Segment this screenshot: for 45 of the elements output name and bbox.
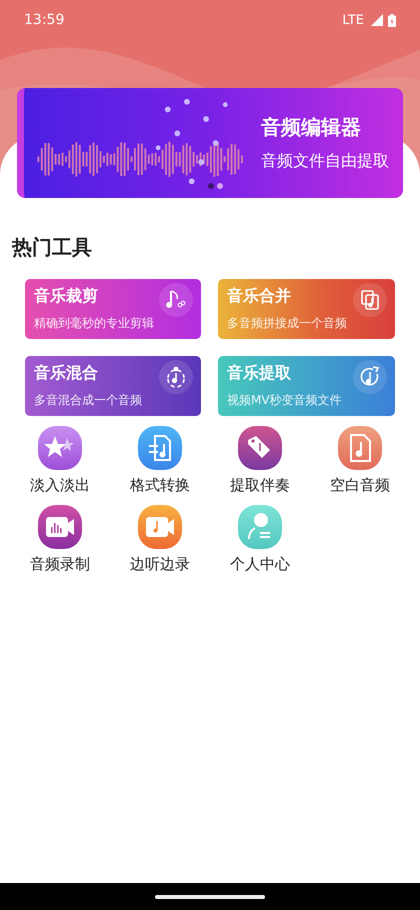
person-list-icon	[238, 505, 282, 549]
banner[interactable]: 音频编辑器 音频文件自由提取	[17, 88, 403, 198]
card-title: 音乐提取	[227, 363, 292, 384]
tool-item[interactable]: 空白音频	[310, 426, 410, 495]
tool-item[interactable]: 音频录制	[10, 505, 110, 574]
file-convert-icon	[138, 426, 182, 470]
card-title: 音乐混合	[34, 363, 99, 384]
card-title: 音乐裁剪	[34, 286, 99, 307]
file-note-icon	[353, 283, 387, 317]
tool-label: 边听边录	[130, 555, 190, 574]
feature-card[interactable]: 音乐混合 多音混合成一个音频	[25, 356, 201, 416]
file-note-icon	[338, 426, 382, 470]
home-handle[interactable]	[155, 894, 265, 898]
network-label: LTE	[342, 12, 364, 28]
tool-item[interactable]: 个人中心	[210, 505, 310, 574]
banner-subtitle: 音频文件自由提取	[261, 151, 389, 172]
card-title: 音乐合并	[227, 286, 292, 307]
card-subtitle: 精确到毫秒的专业剪辑	[34, 315, 154, 332]
card-subtitle: 多音混合成一个音频	[34, 392, 142, 409]
tool-item[interactable]: 提取伴奏	[210, 426, 310, 495]
tool-label: 淡入淡出	[30, 476, 90, 495]
section-title: 热门工具	[12, 234, 93, 261]
tool-item[interactable]: 淡入淡出	[10, 426, 110, 495]
tool-label: 格式转换	[130, 476, 190, 495]
feature-card[interactable]: 音乐裁剪 精确到毫秒的专业剪辑	[25, 279, 201, 339]
tool-item[interactable]: 格式转换	[110, 426, 210, 495]
battery-icon	[388, 14, 396, 26]
tool-label: 音频录制	[30, 555, 90, 574]
card-subtitle: 视频MV秒变音频文件	[227, 392, 342, 409]
status-time: 13:59	[24, 12, 64, 28]
tool-label: 个人中心	[230, 555, 290, 574]
video-bars-icon	[38, 505, 82, 549]
tool-label: 提取伴奏	[230, 476, 290, 495]
tool-label: 空白音频	[330, 476, 390, 495]
video-note-icon	[138, 505, 182, 549]
note-scissors-icon	[159, 283, 193, 317]
card-subtitle: 多音频拼接成一个音频	[227, 315, 347, 332]
note-circle-icon	[159, 360, 193, 394]
carousel-dot[interactable]	[208, 183, 214, 189]
banner-title: 音频编辑器	[261, 114, 362, 141]
tag-note-icon	[238, 426, 282, 470]
signal-icon	[371, 14, 383, 26]
carousel-dot[interactable]	[217, 183, 223, 189]
star-note-icon	[38, 426, 82, 470]
tool-item[interactable]: 边听边录	[110, 505, 210, 574]
